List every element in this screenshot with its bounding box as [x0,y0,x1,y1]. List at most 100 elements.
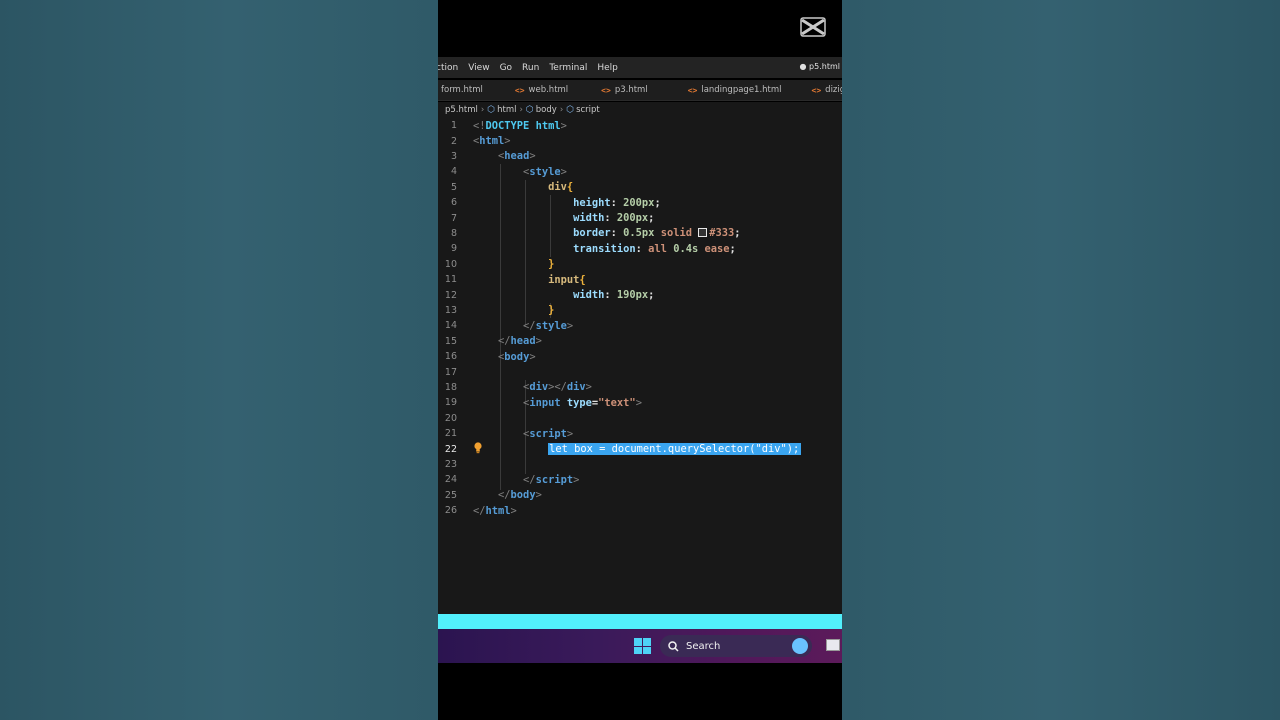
code-token: > [535,335,542,348]
selected-text[interactable]: let box = document.querySelector("div"); [548,443,802,456]
breadcrumb-html[interactable]: html [497,105,516,115]
menu-help[interactable]: Help [592,63,623,73]
code-text: width: 190px; [473,289,654,301]
menu-view[interactable]: View [463,63,494,73]
tab-label: form.html [441,85,483,95]
code-line[interactable]: 24 </script> [438,472,842,487]
code-token: html [479,135,505,148]
copilot-icon[interactable] [792,638,808,654]
breadcrumb-script[interactable]: script [576,105,600,115]
code-line[interactable]: 1 <!DOCTYPE html> [438,118,842,133]
code-token: > [566,427,574,440]
code-text: border: 0.5px solid #333; [473,227,740,240]
code-token: script [535,473,574,486]
code-line[interactable]: 23 [438,457,842,472]
code-editor[interactable]: 1 <!DOCTYPE html> 2 <html> 3 <head> 4 <style>… [438,118,842,614]
code-token: div [548,181,567,194]
breadcrumb-body[interactable]: body [536,105,557,115]
code-line[interactable]: 2 <html> [438,133,842,148]
code-line[interactable]: 6 height: 200px; [438,195,842,210]
code-token: > [510,504,517,517]
element-icon: ⬡ [566,105,575,115]
element-icon: ⬡ [525,105,534,115]
code-line[interactable]: 11 input{ [438,272,842,287]
tab-landingpage1-html[interactable]: <> landingpage1.html [688,85,782,95]
code-line[interactable]: 20 [438,411,842,426]
code-line[interactable]: 13 } [438,303,842,318]
code-token: #333 [709,227,735,240]
code-line[interactable]: 21 <script> [438,426,842,441]
code-token: ; [729,242,736,255]
code-line[interactable]: 25 </body> [438,488,842,503]
code-token: 190px [616,289,649,302]
task-view-icon[interactable] [826,639,840,651]
code-line[interactable]: 12 width: 190px; [438,287,842,302]
code-text: <head> [473,150,536,162]
code-text: width: 200px; [473,212,654,224]
line-number: 4 [450,166,457,178]
code-line[interactable]: 5 div{ [438,180,842,195]
line-number: 11 [444,274,457,286]
code-line[interactable]: 26 </html> [438,503,842,518]
tab-dizigo-html[interactable]: <> dizigo.h [812,85,842,95]
code-token: body [504,350,530,363]
code-token: body [510,489,536,502]
code-text: let box = document.querySelector("div"); [473,443,802,456]
capcut-logo-icon [800,17,826,37]
line-number: 15 [444,335,457,347]
line-number: 2 [450,135,457,147]
line-number: 6 [450,197,457,209]
code-line[interactable]: 14 </style> [438,318,842,333]
code-token: </ [498,489,511,502]
code-line[interactable]: 15 </head> [438,334,842,349]
code-token: ></ [548,381,567,394]
code-token: : [610,196,624,209]
tab-web-html[interactable]: <> web.html [515,85,568,95]
html-file-icon: <> [811,85,822,95]
line-number: 26 [444,505,457,517]
code-line[interactable]: 3 <head> [438,149,842,164]
tab-form-html[interactable]: form.html [441,85,483,95]
code-token: type [566,396,592,409]
code-line[interactable]: 17 [438,364,842,379]
menu-go[interactable]: Go [495,63,517,73]
code-line[interactable]: 16 <body> [438,349,842,364]
code-text: <input type="text"> [473,397,642,409]
line-number: 18 [444,381,457,393]
code-token: > [573,473,580,486]
menu-run[interactable]: Run [517,63,544,73]
code-line[interactable]: 4 <style> [438,164,842,179]
code-line[interactable]: 19 <input type="text"> [438,395,842,410]
code-token: input [548,273,580,286]
menu-selection[interactable]: ction [438,63,463,73]
code-token: : [604,289,617,302]
menu-terminal[interactable]: Terminal [544,63,592,73]
code-line[interactable]: 7 width: 200px; [438,210,842,225]
line-number: 7 [450,212,457,224]
code-token: : [635,242,649,255]
code-token: script [529,427,567,440]
windows-start-icon[interactable] [634,638,651,654]
code-line[interactable]: 10 } [438,257,842,272]
taskbar-highlight-strip [438,614,842,629]
code-line[interactable]: 8 border: 0.5px solid #333; [438,226,842,241]
color-swatch[interactable] [698,228,708,238]
code-token: border [573,227,611,240]
code-token: > [585,381,592,394]
line-number: 9 [450,243,457,255]
code-token: DOCTYPE [485,119,530,132]
tab-p3-html[interactable]: <> p3.html [601,85,648,95]
code-line[interactable]: 9 transition: all 0.4s ease; [438,241,842,256]
code-line[interactable]: 22 let box = document.querySelector("div… [438,441,842,456]
code-line[interactable]: 18 <div></div> [438,380,842,395]
taskbar-search[interactable]: Search [660,635,812,657]
code-token: div [529,381,549,394]
code-token: style [535,319,567,332]
breadcrumb-file[interactable]: p5.html [445,105,478,115]
code-token: > [535,489,542,502]
